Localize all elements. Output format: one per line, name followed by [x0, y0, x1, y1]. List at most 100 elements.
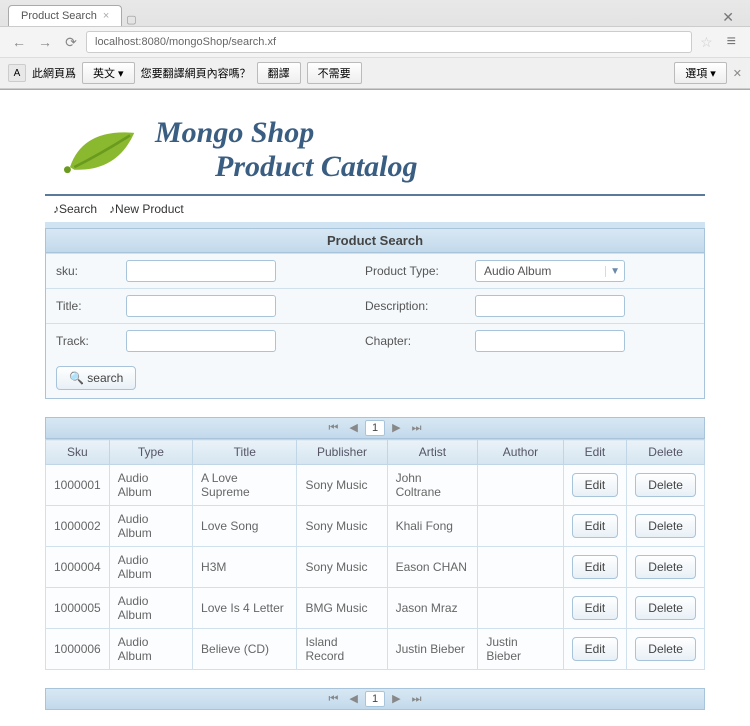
sku-label: sku: — [46, 254, 116, 289]
cell-artist: Justin Bieber — [387, 629, 478, 670]
cell-sku: 1000001 — [46, 465, 110, 506]
page-next-icon[interactable]: ▶ — [388, 421, 404, 434]
edit-button[interactable]: Edit — [572, 555, 619, 579]
cell-sku: 1000006 — [46, 629, 110, 670]
table-row: 1000005Audio AlbumLove Is 4 LetterBMG Mu… — [46, 588, 705, 629]
search-form: sku: Product Type: Audio Album ▼ Title: … — [45, 253, 705, 399]
cell-sku: 1000002 — [46, 506, 110, 547]
cell-title: Believe (CD) — [193, 629, 297, 670]
cell-type: Audio Album — [109, 588, 192, 629]
window-close-icon[interactable]: ✕ — [722, 9, 742, 26]
bookmark-icon[interactable]: ☆ — [696, 34, 717, 51]
panel-title: Product Search — [45, 228, 705, 253]
translate-button[interactable]: 翻譯 — [257, 62, 301, 84]
header-title-2: Product Catalog — [215, 150, 418, 184]
desc-label: Description: — [355, 289, 465, 324]
chevron-down-icon: ▼ — [605, 266, 620, 277]
browser-tab[interactable]: Product Search × — [8, 5, 122, 26]
page-prev-icon[interactable]: ◀ — [345, 692, 361, 705]
nav-menu: ♪Search ♪New Product — [45, 196, 705, 228]
column-header[interactable]: Delete — [627, 440, 705, 465]
page-last-icon[interactable]: ⏭ — [408, 693, 426, 706]
cell-author — [478, 547, 563, 588]
delete-button[interactable]: Delete — [635, 596, 696, 620]
search-button[interactable]: 🔍 search — [56, 366, 136, 390]
page-first-icon[interactable]: ⏮ — [324, 422, 342, 435]
nav-search[interactable]: ♪Search — [53, 202, 97, 216]
column-header[interactable]: Artist — [387, 440, 478, 465]
cell-artist: Khali Fong — [387, 506, 478, 547]
cell-sku: 1000005 — [46, 588, 110, 629]
title-input[interactable] — [126, 295, 276, 317]
cell-artist: Eason CHAN — [387, 547, 478, 588]
description-input[interactable] — [475, 295, 625, 317]
cell-type: Audio Album — [109, 465, 192, 506]
translate-icon: A — [8, 64, 26, 82]
page-prev-icon[interactable]: ◀ — [345, 421, 361, 434]
translate-bar: A 此網頁爲 英文 ▾ 您要翻譯網頁內容嗎？ 翻譯 不需要 選項 ▾ ✕ — [0, 57, 750, 89]
edit-button[interactable]: Edit — [572, 514, 619, 538]
new-tab-icon[interactable]: ▢ — [126, 13, 136, 26]
cell-artist: Jason Mraz — [387, 588, 478, 629]
page-content: Mongo Shop Product Catalog ♪Search ♪New … — [45, 106, 705, 710]
translate-close-icon[interactable]: ✕ — [733, 67, 742, 80]
nav-new-product[interactable]: ♪New Product — [109, 202, 184, 216]
column-header[interactable]: Sku — [46, 440, 110, 465]
delete-button[interactable]: Delete — [635, 555, 696, 579]
ptype-label: Product Type: — [355, 254, 465, 289]
sku-input[interactable] — [126, 260, 276, 282]
menu-icon[interactable]: ≡ — [721, 33, 742, 51]
track-label: Track: — [46, 324, 116, 359]
cell-author — [478, 465, 563, 506]
cell-title: A Love Supreme — [193, 465, 297, 506]
column-header[interactable]: Title — [193, 440, 297, 465]
logo-leaf-icon — [55, 120, 145, 180]
cell-artist: John Coltrane — [387, 465, 478, 506]
cell-publisher: Sony Music — [297, 465, 387, 506]
page-last-icon[interactable]: ⏭ — [408, 422, 426, 435]
column-header[interactable]: Edit — [563, 440, 627, 465]
delete-button[interactable]: Delete — [635, 514, 696, 538]
browser-chrome: Product Search × ▢ ✕ ← → ⟳ localhost:808… — [0, 0, 750, 90]
chapter-input[interactable] — [475, 330, 625, 352]
cell-type: Audio Album — [109, 629, 192, 670]
translate-options-button[interactable]: 選項 ▾ — [674, 62, 727, 84]
header-title-1: Mongo Shop — [155, 116, 418, 150]
translate-no-button[interactable]: 不需要 — [307, 62, 362, 84]
product-type-select[interactable]: Audio Album ▼ — [475, 260, 625, 282]
translate-lang-select[interactable]: 英文 ▾ — [82, 62, 135, 84]
tab-title: Product Search — [21, 10, 97, 22]
reload-button[interactable]: ⟳ — [60, 31, 82, 53]
translate-suffix: 您要翻譯網頁內容嗎？ — [141, 65, 251, 81]
page-current: 1 — [365, 691, 385, 707]
cell-type: Audio Album — [109, 506, 192, 547]
cell-title: Love Is 4 Letter — [193, 588, 297, 629]
cell-author — [478, 588, 563, 629]
edit-button[interactable]: Edit — [572, 596, 619, 620]
column-header[interactable]: Author — [478, 440, 563, 465]
chapter-label: Chapter: — [355, 324, 465, 359]
column-header[interactable]: Publisher — [297, 440, 387, 465]
forward-button[interactable]: → — [34, 31, 56, 53]
track-input[interactable] — [126, 330, 276, 352]
address-bar[interactable]: localhost:8080/mongoShop/search.xf — [86, 31, 692, 53]
title-label: Title: — [46, 289, 116, 324]
delete-button[interactable]: Delete — [635, 473, 696, 497]
column-header[interactable]: Type — [109, 440, 192, 465]
page-first-icon[interactable]: ⏮ — [324, 693, 342, 706]
url-text: localhost:8080/mongoShop/search.xf — [95, 36, 276, 48]
table-row: 1000004Audio AlbumH3MSony MusicEason CHA… — [46, 547, 705, 588]
back-button[interactable]: ← — [8, 31, 30, 53]
translate-prefix: 此網頁爲 — [32, 65, 76, 81]
edit-button[interactable]: Edit — [572, 637, 619, 661]
tab-close-icon[interactable]: × — [103, 10, 109, 22]
table-row: 1000006Audio AlbumBelieve (CD)Island Rec… — [46, 629, 705, 670]
page-current: 1 — [365, 420, 385, 436]
cell-title: H3M — [193, 547, 297, 588]
cell-author: Justin Bieber — [478, 629, 563, 670]
delete-button[interactable]: Delete — [635, 637, 696, 661]
cell-publisher: Sony Music — [297, 547, 387, 588]
edit-button[interactable]: Edit — [572, 473, 619, 497]
cell-publisher: Island Record — [297, 629, 387, 670]
page-next-icon[interactable]: ▶ — [388, 692, 404, 705]
